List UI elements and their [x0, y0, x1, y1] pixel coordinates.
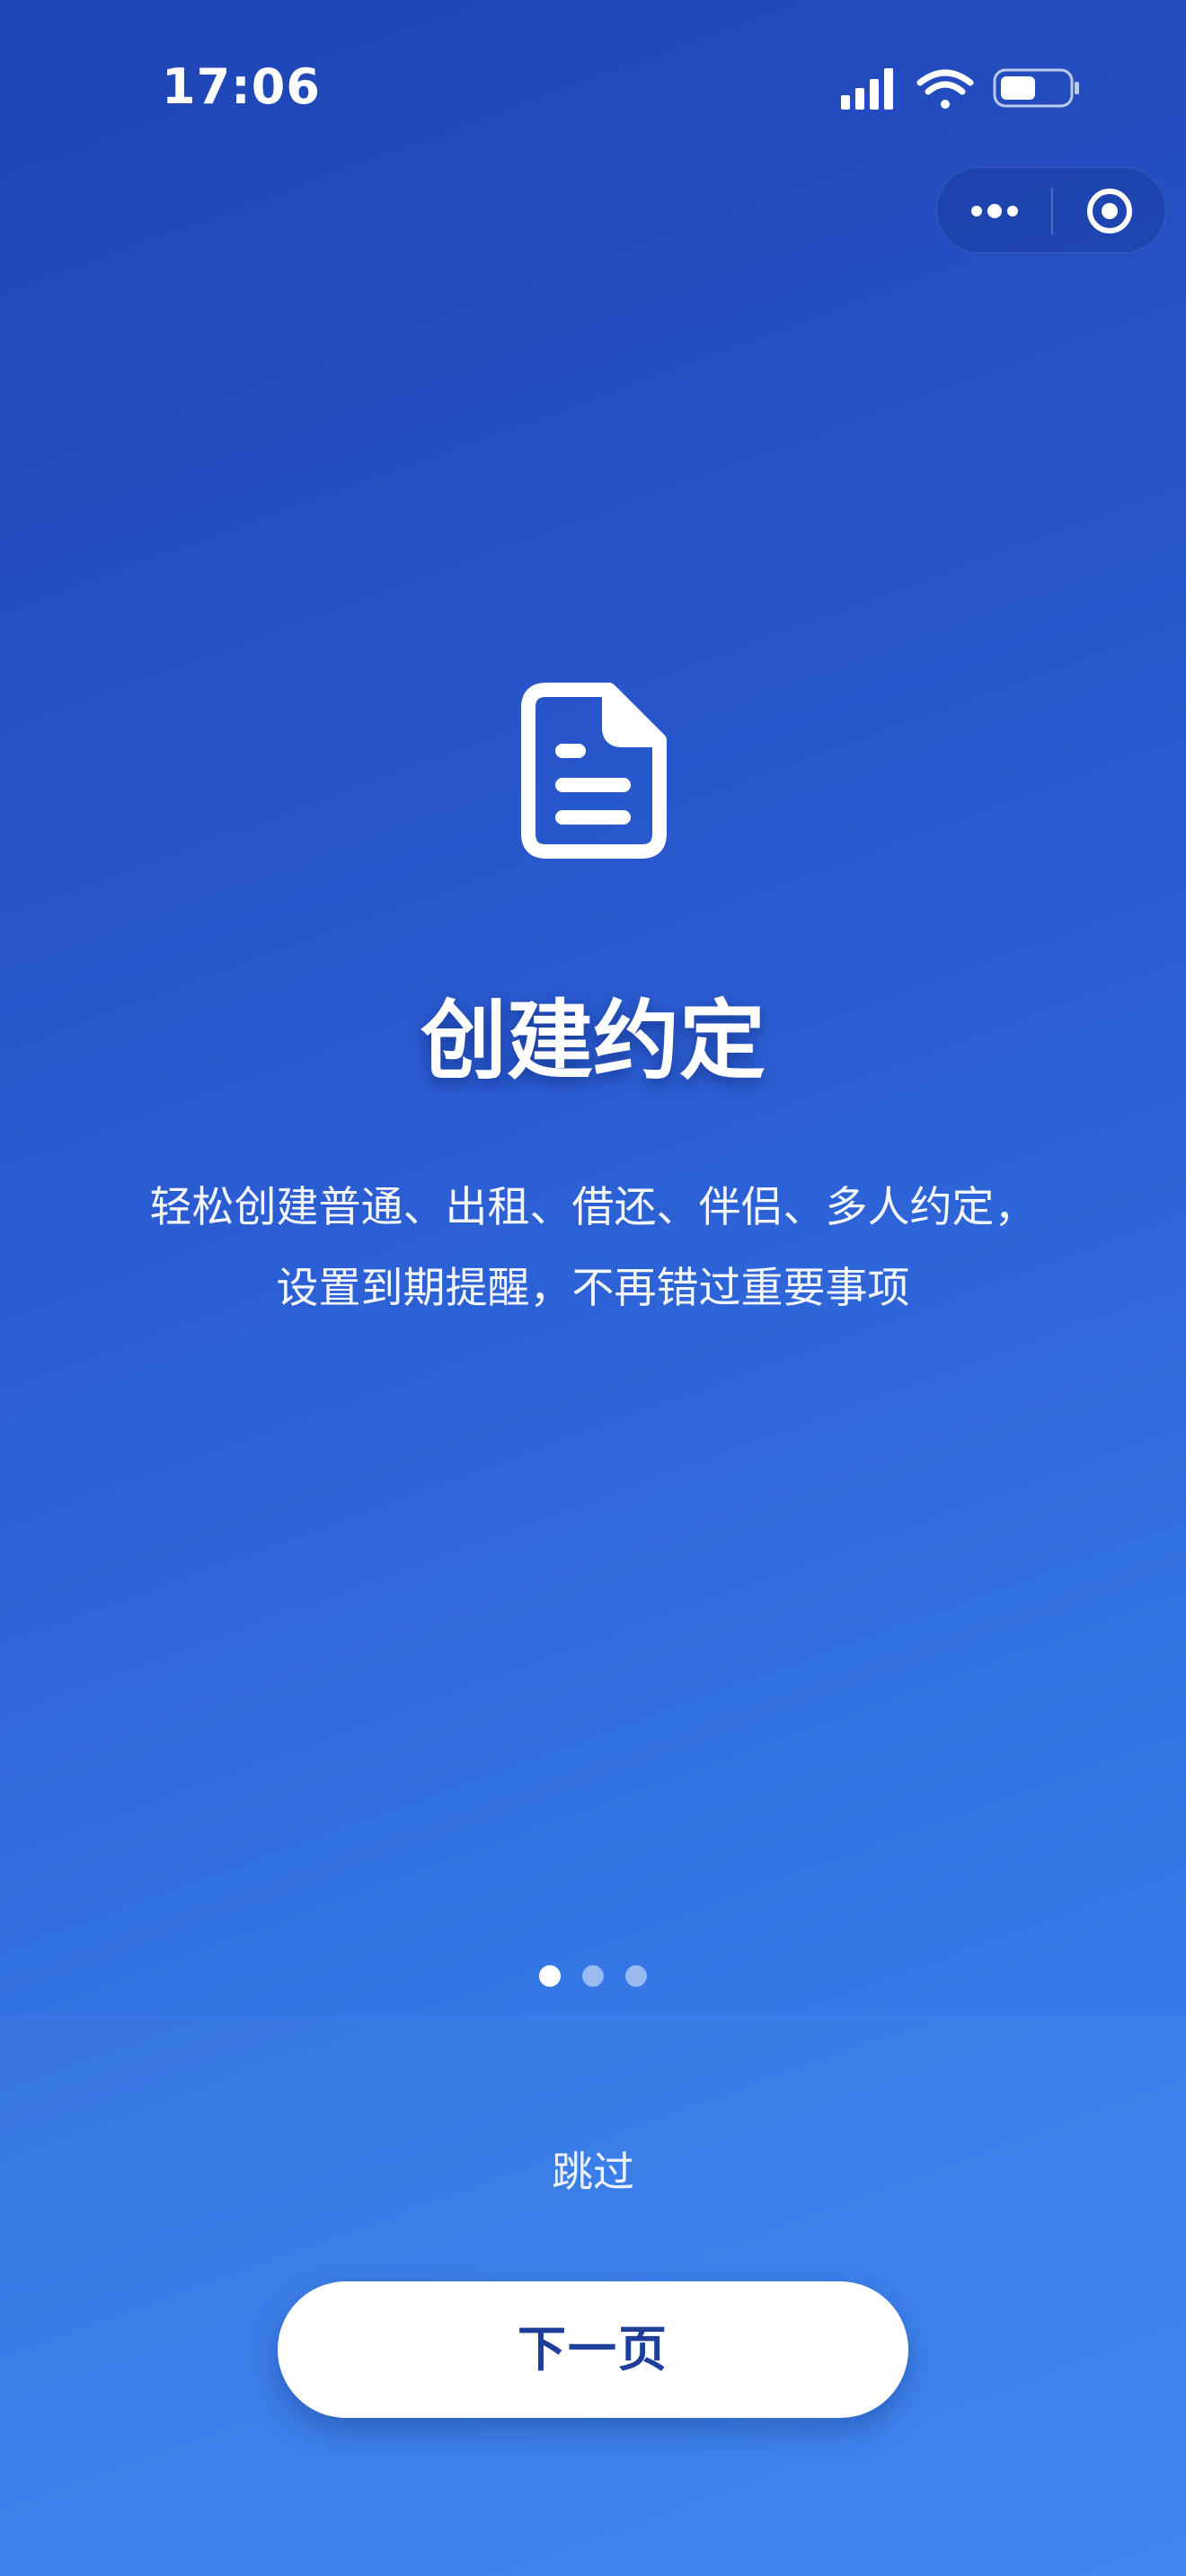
pager-dot [582, 1965, 604, 1987]
more-button[interactable] [937, 168, 1052, 254]
document-icon [519, 683, 667, 859]
pager-dot [625, 1965, 647, 1987]
target-circle-icon [1087, 189, 1132, 234]
skip-button[interactable]: 跳过 [503, 2138, 683, 2206]
battery-icon [993, 68, 1079, 108]
status-icons [839, 63, 1082, 117]
pager-dots [535, 1965, 652, 1989]
pager-dot-active [539, 1965, 561, 1987]
wifi-icon [916, 69, 974, 109]
page-title: 创建约定 [420, 991, 766, 1091]
close-miniprogram-button[interactable] [1052, 168, 1167, 254]
signal-icon [841, 68, 893, 110]
more-dots-icon [971, 204, 1018, 218]
next-page-button[interactable]: 下一页 [278, 2281, 908, 2418]
page-description: 轻松创建普通、出租、借还、伴侣、多人约定，设置到期提醒，不再错过重要事项 [149, 1183, 1037, 1313]
status-time: 17:06 [162, 58, 321, 115]
miniprogram-capsule [936, 167, 1166, 253]
onboarding-screen: 17:06 创建约定 轻松创建普通、出租、借还、伴侣、多人约定，设置到期提醒，不… [0, 0, 1186, 2576]
